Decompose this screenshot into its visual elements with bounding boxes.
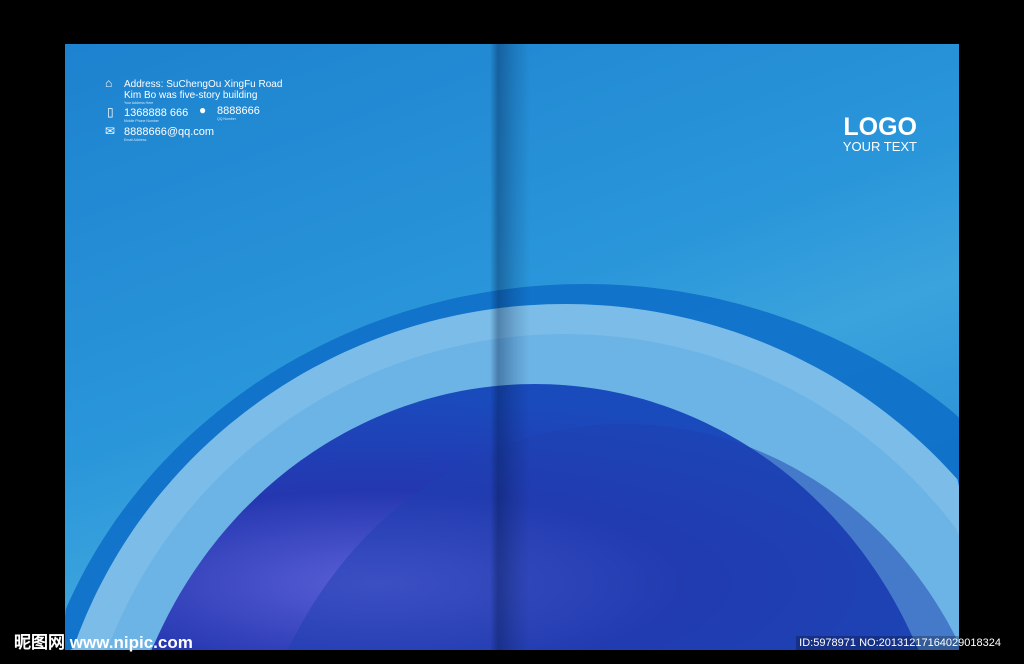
qq-icon: ● [199, 103, 207, 117]
book-spine-shadow [490, 44, 530, 650]
envelope-icon: ✉ [105, 124, 116, 138]
logo: LOGO YOUR TEXT [843, 114, 917, 154]
phone-caption: Mobile Phone Number [124, 119, 159, 123]
email-caption: Email Address [124, 138, 147, 142]
qq-caption: QQ Number [217, 117, 236, 121]
mobile-phone-icon: ▯ [107, 105, 114, 119]
email-address: 8888666@qq.com [124, 126, 215, 138]
qq-number: 8888666 [217, 105, 260, 117]
home-icon: ⌂ [105, 76, 113, 90]
logo-subtitle: YOUR TEXT [842, 139, 917, 154]
address-line-1: Address: SuChengOu XingFu Road [124, 79, 283, 90]
brochure-cover: ⌂ Address: SuChengOu XingFu Road Kim Bo … [65, 44, 959, 650]
phone-number: 1368888 666 [124, 107, 189, 119]
address-line-2: Kim Bo was five-story building [124, 90, 258, 101]
watermark-site: 昵图网 www.nipic.com [14, 633, 193, 652]
logo-title: LOGO [843, 113, 917, 141]
watermark-id: ID:5978971 NO:20131217164029018324 [796, 636, 1004, 651]
